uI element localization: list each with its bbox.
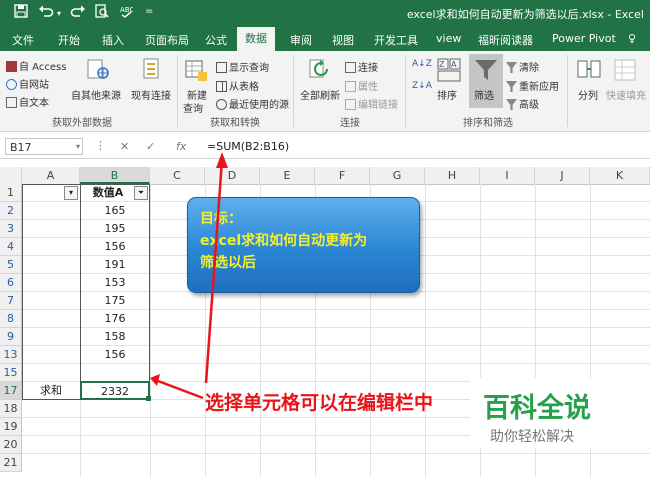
arrow-up-to-formula: [204, 159, 224, 384]
arrow-up-head: [216, 152, 228, 168]
annotation-caption: 选择单元格可以在编辑栏中: [205, 392, 434, 414]
watermark-title: 百科全说: [483, 393, 591, 424]
arrow-left-to-cell: [157, 379, 204, 400]
watermark-subtitle: 助你轻松解决: [490, 429, 574, 445]
arrow-left-head: [150, 374, 160, 386]
